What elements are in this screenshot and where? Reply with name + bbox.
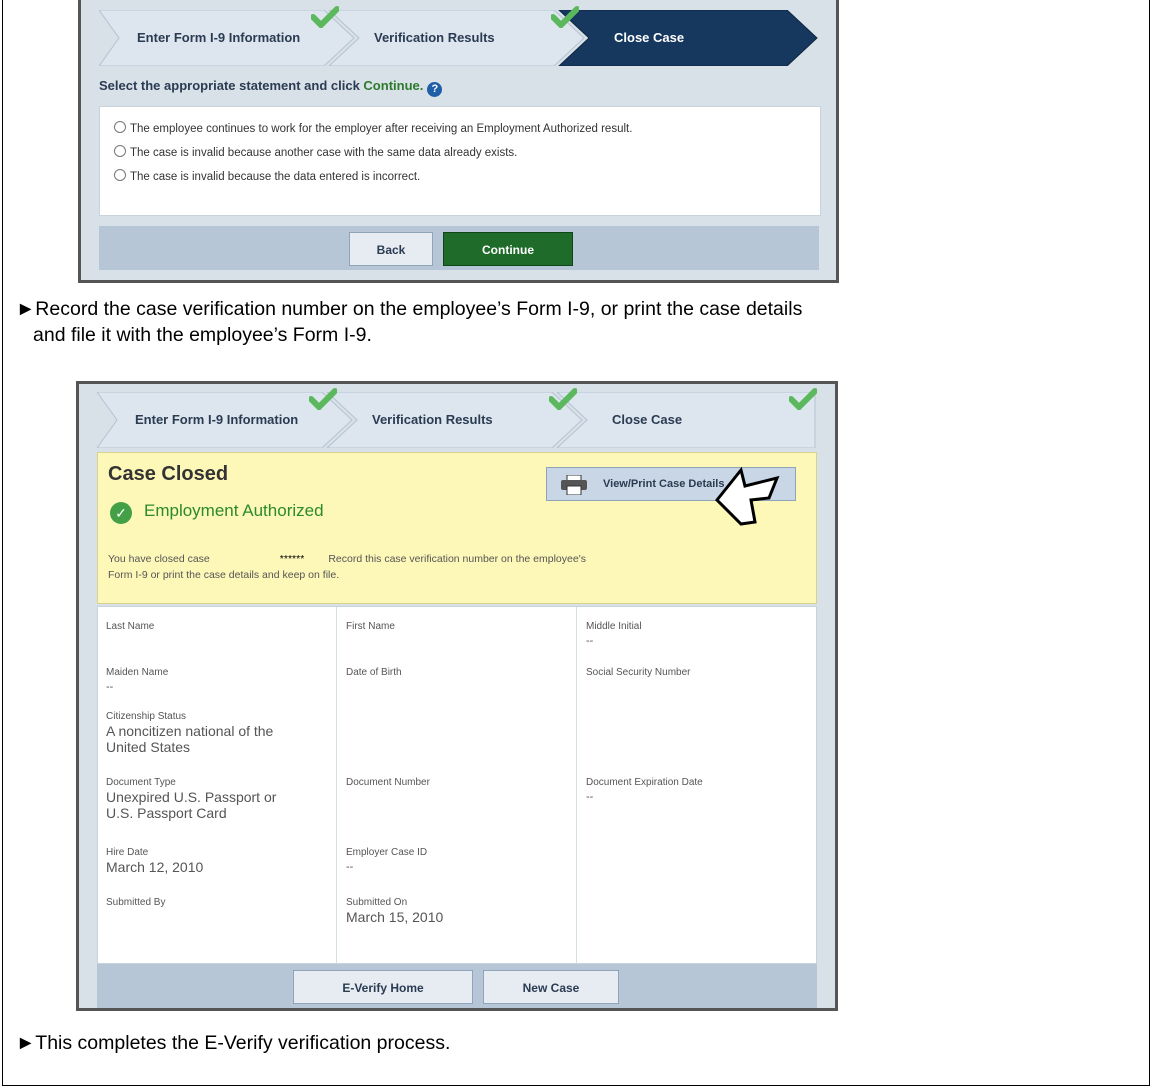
document-number-label: Document Number — [346, 777, 430, 788]
radio-icon[interactable] — [114, 121, 126, 133]
hire-date-label: Hire Date — [106, 847, 149, 858]
completion-note: ►This completes the E-Verify verificatio… — [16, 1032, 451, 1054]
case-closed-screenshot: Enter Form I-9 Information Verification … — [76, 381, 838, 1011]
employer-case-id-value: -- — [346, 861, 354, 873]
step-enter-form: Enter Form I-9 Information — [135, 412, 299, 427]
case-details-grid: Last Name First Name Middle Initial -- M… — [97, 606, 817, 964]
check-icon — [311, 6, 339, 28]
step-close-case: Close Case — [612, 412, 683, 427]
dob-label: Date of Birth — [346, 667, 402, 678]
document-expiration-value: -- — [586, 791, 594, 803]
submitted-on-label: Submitted On — [346, 897, 408, 908]
option-duplicate-case[interactable]: The case is invalid because another case… — [114, 145, 517, 159]
progress-steps: Enter Form I-9 Information Verification … — [99, 6, 819, 66]
radio-icon[interactable] — [114, 169, 126, 181]
submitted-on-value: March 15, 2010 — [346, 909, 444, 925]
button-bar: E-Verify Home New Case — [97, 964, 817, 1008]
back-button[interactable]: Back — [349, 232, 433, 266]
middle-initial-label: Middle Initial — [586, 621, 642, 632]
instruction-record-line2: and file it with the employee’s Form I-9… — [33, 324, 372, 346]
document-type-label: Document Type — [106, 777, 176, 788]
check-icon — [309, 388, 337, 410]
auth-status: ✓ Employment Authorized — [110, 501, 324, 524]
citizenship-label: Citizenship Status — [106, 711, 187, 722]
e-verify-home-button[interactable]: E-Verify Home — [293, 970, 473, 1004]
pointer-cursor-icon — [714, 466, 780, 526]
step-close-case: Close Case — [614, 30, 685, 45]
step-verification-results: Verification Results — [372, 412, 493, 427]
printer-icon — [561, 475, 587, 495]
maiden-name-value: -- — [106, 681, 114, 693]
statement-options: The employee continues to work for the e… — [99, 106, 821, 216]
check-circle-icon: ✓ — [110, 502, 132, 524]
citizenship-value: A noncitizen national of the United Stat… — [106, 723, 274, 755]
submitted-by-label: Submitted By — [106, 897, 166, 908]
check-icon — [551, 6, 579, 28]
option-continues-to-work[interactable]: The employee continues to work for the e… — [114, 121, 632, 135]
check-icon — [789, 388, 817, 410]
case-closed-title: Case Closed — [108, 463, 229, 485]
button-bar: Back Continue — [99, 226, 819, 270]
last-name-label: Last Name — [106, 621, 155, 632]
maiden-name-label: Maiden Name — [106, 667, 169, 678]
hire-date-value: March 12, 2010 — [106, 859, 204, 875]
radio-icon[interactable] — [114, 145, 126, 157]
employer-case-id-label: Employer Case ID — [346, 847, 428, 858]
check-icon — [549, 388, 577, 410]
continue-button[interactable]: Continue — [443, 232, 573, 266]
new-case-button[interactable]: New Case — [483, 970, 619, 1004]
document-expiration-label: Document Expiration Date — [586, 777, 703, 788]
closed-message-line1: You have closed case ****** Record this ca… — [108, 553, 586, 565]
option-incorrect-data[interactable]: The case is invalid because the data ent… — [114, 169, 420, 183]
case-closed-banner: Case Closed ✓ Employment Authorized You h… — [97, 452, 817, 604]
closed-message-line2: Form I-9 or print the case details and k… — [108, 569, 340, 581]
document-type-value: Unexpired U.S. Passport or U.S. Passport… — [106, 789, 277, 821]
step-verification-results: Verification Results — [374, 30, 495, 45]
close-case-screenshot: Enter Form I-9 Information Verification … — [78, 0, 839, 283]
first-name-label: First Name — [346, 621, 395, 632]
ssn-label: Social Security Number — [586, 667, 691, 678]
progress-steps: Enter Form I-9 Information Verification … — [97, 388, 817, 448]
step-enter-form: Enter Form I-9 Information — [137, 30, 301, 45]
help-icon[interactable]: ? — [427, 82, 443, 97]
case-number: ****** — [279, 553, 305, 565]
instruction-record-line1: ►Record the case verification number on … — [16, 298, 803, 320]
middle-initial-value: -- — [586, 635, 594, 647]
instruction-text: Select the appropriate statement and cli… — [99, 78, 443, 97]
